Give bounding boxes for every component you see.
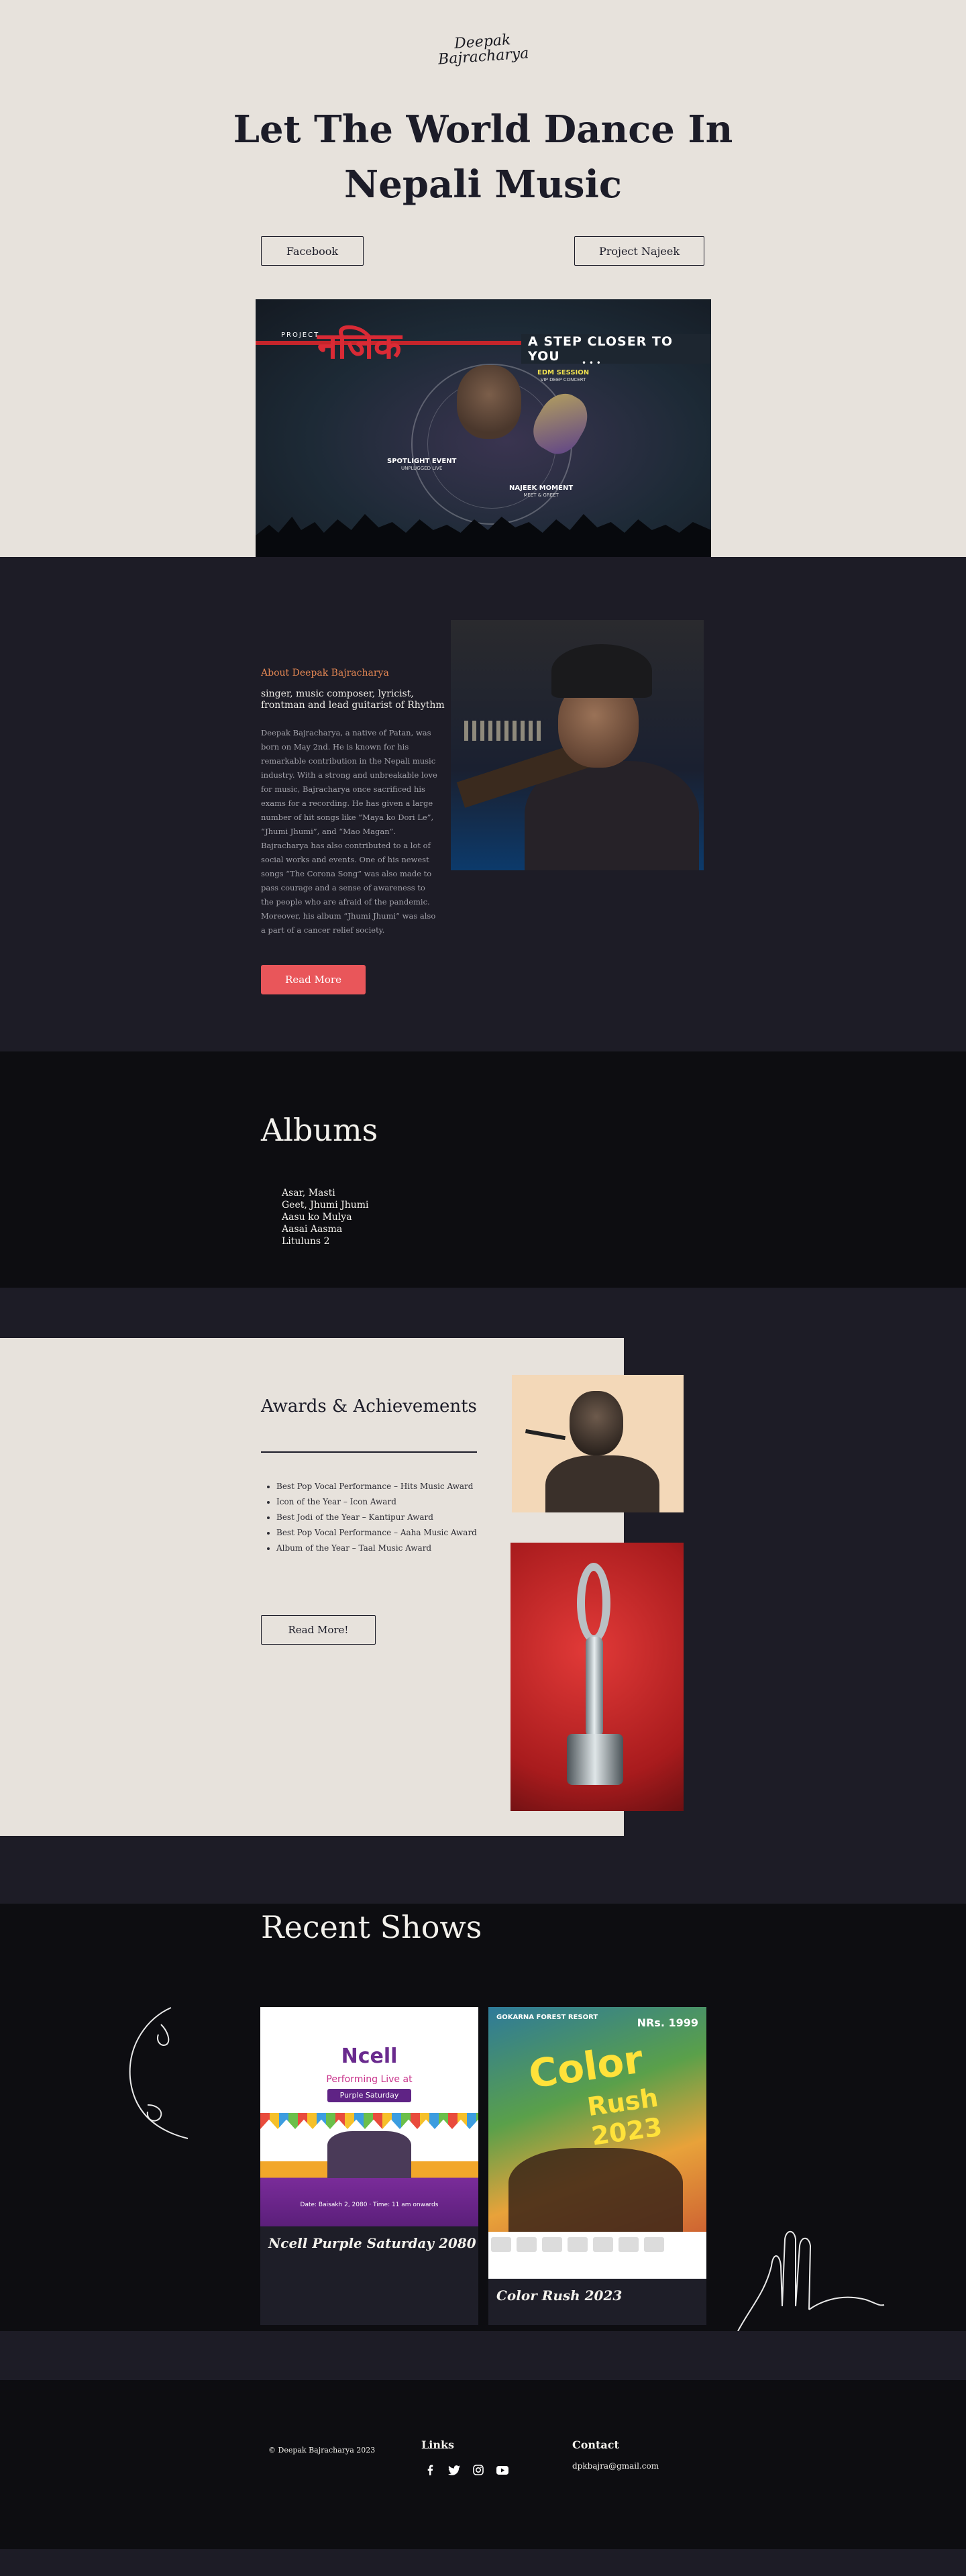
instagram-icon[interactable] — [471, 2463, 486, 2477]
facebook-button[interactable]: Facebook — [261, 236, 364, 266]
contact-heading: Contact — [572, 2438, 619, 2451]
award-item: Album of the Year – Taal Music Award — [276, 1541, 478, 1556]
read-more-button[interactable]: Read More — [261, 965, 366, 994]
award-item: Best Jodi of the Year – Kantipur Award — [276, 1510, 478, 1525]
poster-band — [327, 2131, 411, 2178]
section-gap — [0, 2331, 966, 2380]
social-links — [423, 2463, 510, 2477]
microphone-icon — [525, 1429, 566, 1441]
album-item: Aasai Aasma — [282, 1224, 343, 1235]
albums-section: Albums Asar, Masti Geet, Jhumi Jhumi Aas… — [0, 1051, 966, 1288]
banner-edm-label: EDM SESSION VIP DEEP CONCERT — [537, 369, 589, 384]
poster-date: Date: Baisakh 2, 2080 · Time: 11 am onwa… — [300, 2202, 439, 2208]
poster-bunting — [260, 2113, 478, 2129]
banner-project-logo: नजिक — [317, 325, 402, 367]
shows-title: Recent Shows — [261, 1909, 482, 1945]
album-list: Asar, Masti Geet, Jhumi Jhumi Aasu ko Mu… — [282, 1187, 369, 1247]
najeek-title: NAJEEK MOMENT — [509, 484, 574, 492]
spotlight-title: SPOTLIGHT EVENT — [387, 458, 457, 465]
title-line-1: Let The World Dance In — [233, 107, 733, 152]
banner-portrait — [457, 365, 521, 439]
award-item: Icon of the Year – Icon Award — [276, 1494, 478, 1510]
poster-headline-2: Rush 2023 — [585, 2082, 664, 2151]
banner-spotlight-label: SPOTLIGHT EVENT UNPLUGGED LIVE — [387, 458, 456, 472]
footer: © Deepak Bajracharya 2023 Links Contact … — [0, 2380, 966, 2549]
awards-title: Awards & Achievements — [261, 1396, 477, 1416]
poster-venue: GOKARNA FOREST RESORT — [496, 2014, 598, 2021]
poster-sponsor-strip — [488, 2232, 706, 2279]
poster-price: NRs. 1999 — [637, 2016, 698, 2029]
links-heading: Links — [421, 2438, 455, 2451]
spotlight-sub: UNPLUGGED LIVE — [401, 466, 443, 471]
banner-najeek-label: NAJEEK MOMENT MEET & GREET — [509, 484, 573, 499]
hand-line-art-icon — [737, 2230, 885, 2331]
copyright: © Deepak Bajracharya 2023 — [268, 2446, 376, 2455]
trophy-stem — [586, 1637, 603, 1737]
about-photo — [451, 620, 704, 870]
face-line-art-icon — [129, 2007, 189, 2139]
project-najeek-banner: PROJECT नजिक A STEP CLOSER TO YOU • • • … — [256, 299, 711, 557]
album-item: Geet, Jhumi Jhumi — [282, 1200, 369, 1210]
contact-email[interactable]: dpkbajra@gmail.com — [572, 2461, 659, 2471]
poster-performing: Performing Live at — [326, 2074, 413, 2085]
banner-project-small: PROJECT — [281, 331, 320, 339]
about-body: Deepak Bajracharya, a native of Patan, w… — [261, 728, 437, 935]
album-item: Asar, Masti — [282, 1188, 335, 1198]
awards-section: Awards & Achievements Best Pop Vocal Per… — [0, 1288, 966, 1904]
hero-section: Deepak Bajracharya Let The World Dance I… — [0, 0, 966, 557]
trophy-image — [511, 1543, 684, 1811]
about-section: About Deepak Bajracharya singer, music c… — [0, 557, 966, 1051]
awards-list: Best Pop Vocal Performance – Hits Music … — [276, 1479, 478, 1556]
banner-tagline: A STEP CLOSER TO YOU — [521, 334, 711, 364]
show-card[interactable]: Ncell Performing Live at Purple Saturday… — [260, 2007, 478, 2325]
page-title: Let The World Dance In Nepali Music — [215, 102, 751, 212]
project-najeek-button[interactable]: Project Najeek — [574, 236, 704, 266]
stage-lights — [464, 721, 545, 741]
about-subtitle: singer, music composer, lyricist, frontm… — [261, 688, 445, 711]
twitter-icon[interactable] — [447, 2463, 462, 2477]
sketch-body — [545, 1455, 659, 1512]
bottom-band — [0, 2549, 966, 2576]
site-logo[interactable]: Deepak Bajracharya — [0, 1, 966, 98]
award-item: Best Pop Vocal Performance – Aaha Music … — [276, 1525, 478, 1541]
poster-purple-saturday: Purple Saturday — [327, 2089, 411, 2102]
award-item: Best Pop Vocal Performance – Hits Music … — [276, 1479, 478, 1494]
show-card-title: Ncell Purple Saturday 2080 — [268, 2235, 476, 2251]
poster-crowd — [508, 2148, 683, 2235]
sketch-head — [570, 1391, 623, 1455]
edm-sub: VIP DEEP CONCERT — [540, 377, 586, 382]
albums-title: Albums — [261, 1112, 378, 1148]
trophy-base — [567, 1734, 623, 1785]
color-rush-poster: GOKARNA FOREST RESORT NRs. 1999 Color Ru… — [488, 2007, 706, 2279]
youtube-icon[interactable] — [495, 2463, 510, 2477]
logo-line-2: Bajracharya — [437, 45, 530, 68]
title-line-2: Nepali Music — [344, 162, 622, 207]
trophy-loop — [577, 1563, 610, 1643]
logo-line-1: Deepak — [453, 32, 512, 52]
poster-headline: Color — [526, 2036, 646, 2098]
edm-title: EDM SESSION — [537, 369, 590, 376]
album-item: Lituluns 2 — [282, 1236, 330, 1247]
show-card[interactable]: GOKARNA FOREST RESORT NRs. 1999 Color Ru… — [488, 2007, 706, 2325]
najeek-sub: MEET & GREET — [523, 493, 559, 498]
singer-sketch-image — [512, 1375, 684, 1512]
awards-divider — [261, 1451, 477, 1453]
shows-section: Recent Shows Ncell Performing Live at Pu… — [0, 1904, 966, 2331]
album-item: Aasu ko Mulya — [282, 1212, 352, 1223]
show-card-title: Color Rush 2023 — [496, 2287, 623, 2304]
facebook-icon[interactable] — [423, 2463, 437, 2477]
about-kicker: About Deepak Bajracharya — [261, 668, 389, 678]
awards-read-more-button[interactable]: Read More! — [261, 1615, 376, 1645]
photo-cap — [551, 644, 652, 698]
poster-brand: Ncell — [341, 2045, 398, 2068]
banner-dots: • • • — [582, 358, 601, 368]
ncell-poster: Ncell Performing Live at Purple Saturday… — [260, 2007, 478, 2226]
